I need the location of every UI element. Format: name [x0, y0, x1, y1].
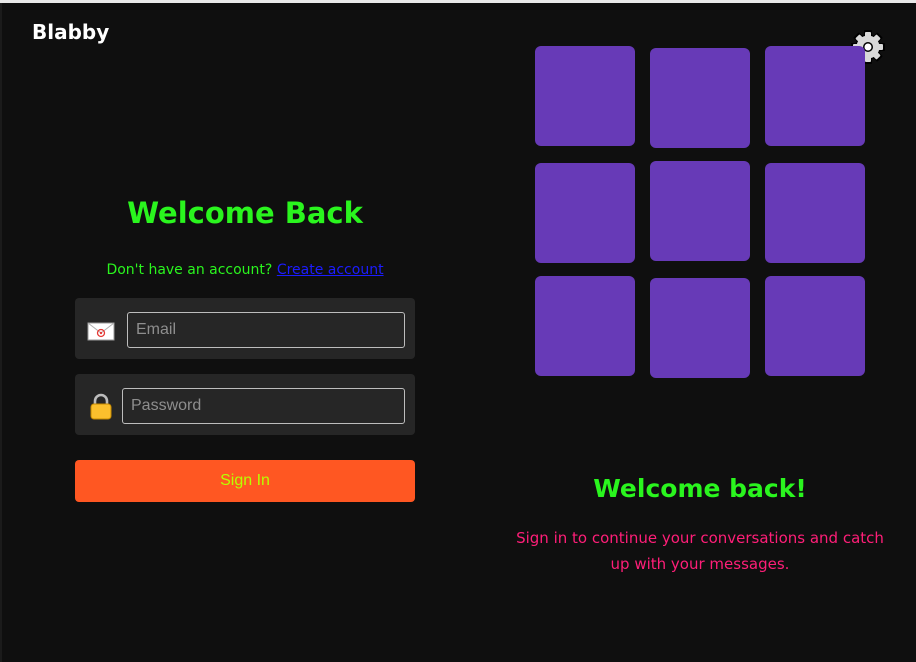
signup-prompt: Don't have an account? Create account: [75, 262, 415, 278]
hero-tile: [535, 163, 635, 263]
window-top-border: [0, 0, 916, 3]
envelope-icon: [87, 322, 115, 341]
lock-icon: [90, 393, 112, 420]
hero-tile: [535, 46, 635, 146]
create-account-link[interactable]: Create account: [277, 262, 384, 278]
hero-tile: [650, 278, 750, 378]
window-left-border: [0, 3, 2, 662]
hero-tile: [650, 48, 750, 148]
sign-in-button[interactable]: Sign In: [75, 460, 415, 502]
hero-tile: [765, 163, 865, 263]
hero-subtitle: Sign in to continue your conversations a…: [516, 529, 884, 573]
hero-tile: [535, 276, 635, 376]
password-input[interactable]: [122, 388, 405, 424]
password-field-row: [75, 374, 415, 435]
email-input[interactable]: [127, 312, 405, 348]
hero-tile: [765, 46, 865, 146]
email-field-row: [75, 298, 415, 359]
hero-tile: [650, 161, 750, 261]
login-title: Welcome Back: [127, 196, 363, 230]
hero-title: Welcome back!: [593, 474, 807, 503]
hero-tile: [765, 276, 865, 376]
signup-prompt-text: Don't have an account?: [106, 262, 273, 278]
brand-logo: Blabby: [32, 20, 110, 44]
